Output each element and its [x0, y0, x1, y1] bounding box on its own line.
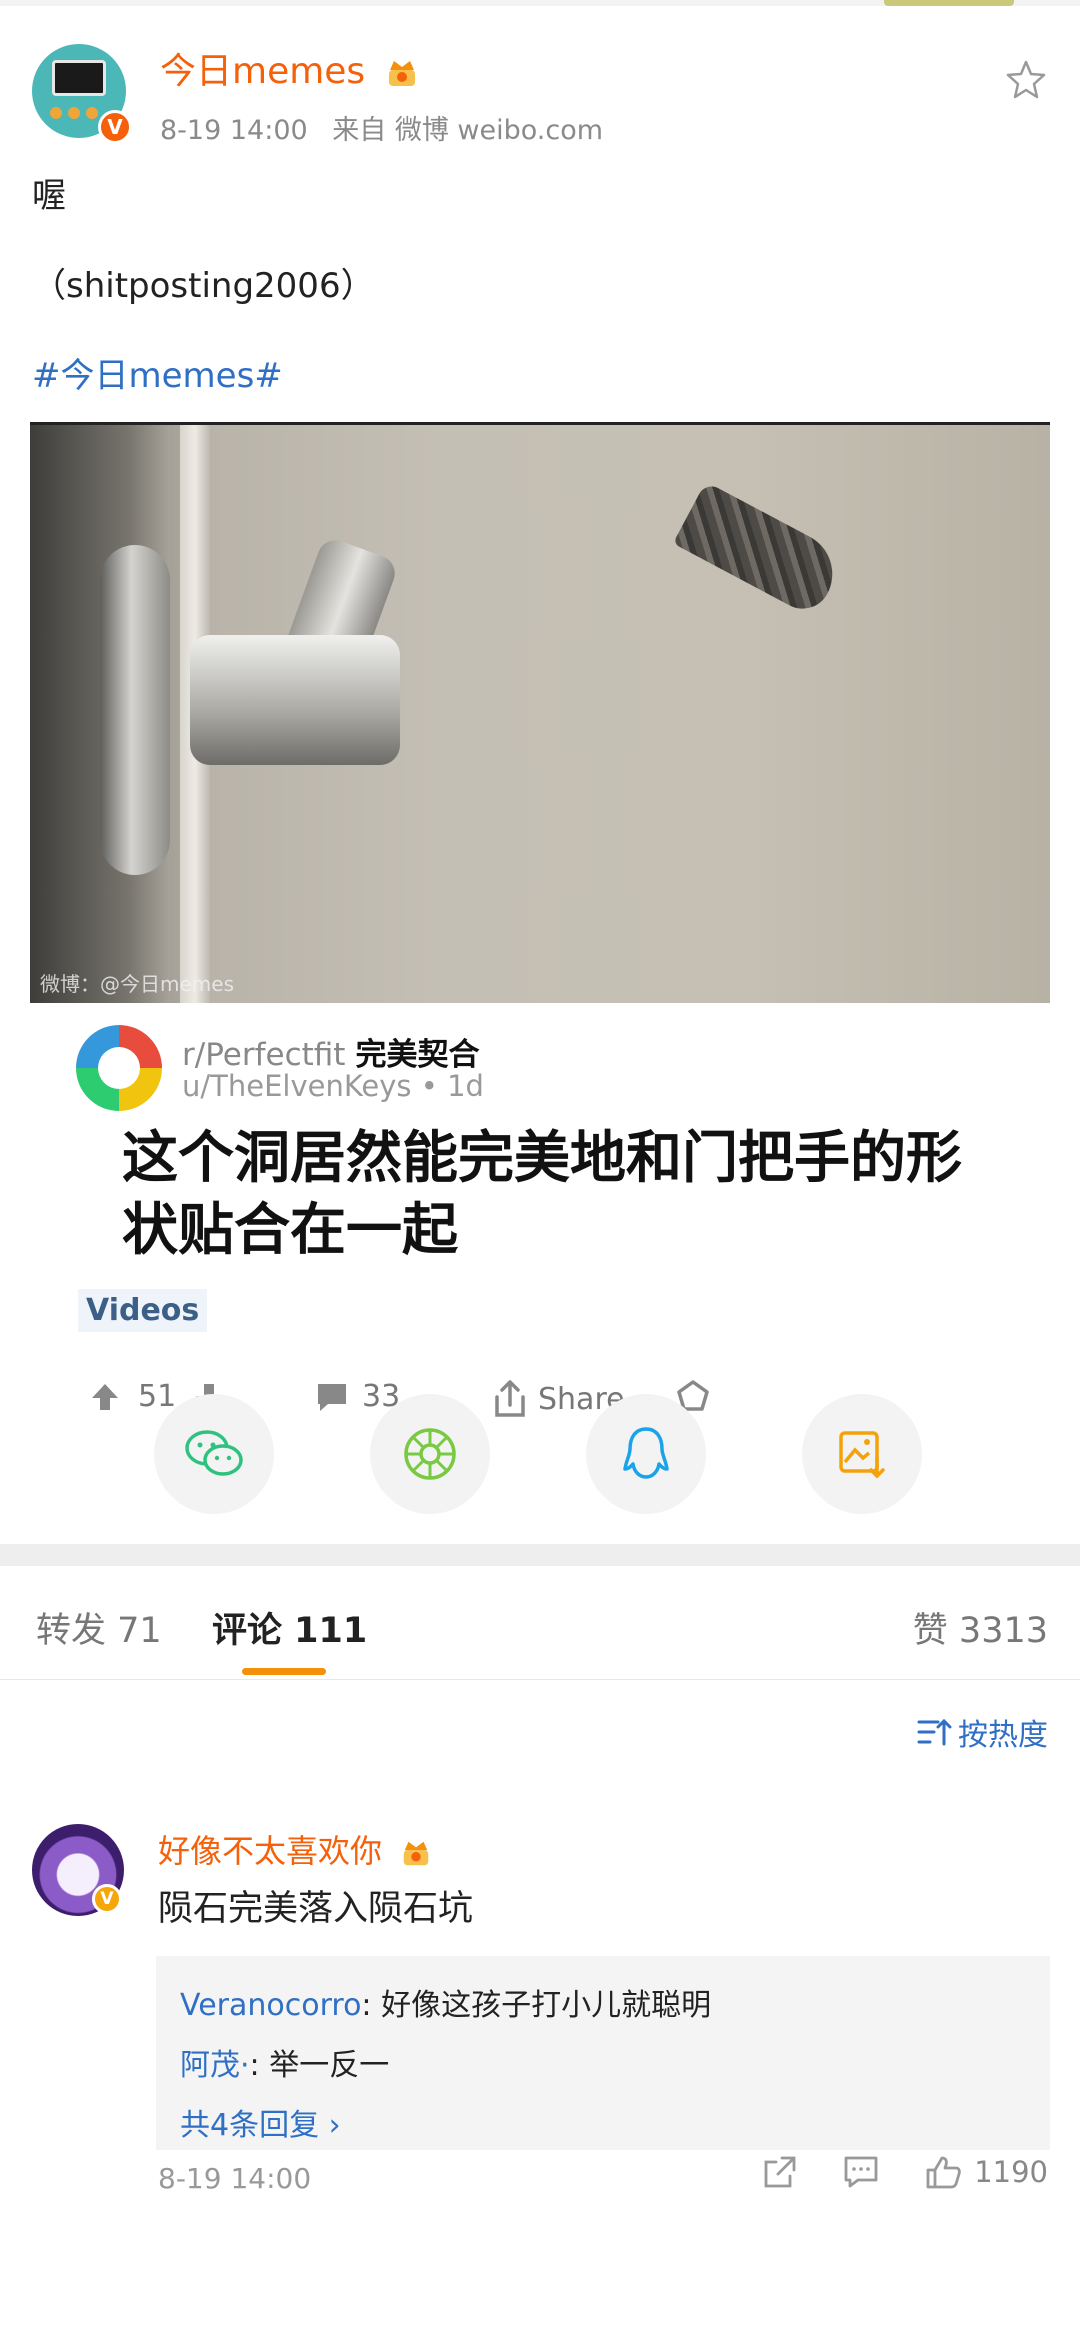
interaction-tabs: 转发 71 评论 111 赞 3313	[0, 1566, 1080, 1680]
verified-badge: V	[98, 110, 132, 144]
subreddit-cn: 完美契合	[355, 1037, 480, 1073]
media-attachment[interactable]: 微博：@今日memes r/Perfectfit 完美契合 u/TheElvenK…	[30, 422, 1050, 1417]
sort-icon	[917, 1718, 952, 1746]
post-time: 8-19 14:00	[160, 115, 308, 146]
repost-icon	[764, 2156, 796, 2188]
reply-text: : 举一反一	[249, 2048, 390, 2083]
video-frame[interactable]: 微博：@今日memes	[30, 425, 1050, 1003]
hashtag-link[interactable]: #今日memes#	[32, 356, 1048, 396]
reddit-flair: Videos	[78, 1289, 208, 1332]
commenter-name[interactable]: 好像不太喜欢你	[158, 1826, 432, 1872]
tab-repost[interactable]: 转发 71	[36, 1602, 162, 1653]
like-count: 1190	[974, 2155, 1048, 2189]
more-replies-link[interactable]: 共4条回复 ›	[180, 2096, 1026, 2156]
reddit-title: 这个洞居然能完美地和门把手的形状贴合在一起	[122, 1126, 962, 1263]
commenter-verified-badge: V	[92, 1884, 122, 1914]
reply-item: Veranocorro: 好像这孩子打小儿就聪明	[180, 1976, 1026, 2036]
sort-by-hot-button[interactable]: 按热度	[916, 1710, 1048, 1754]
reddit-user: u/TheElvenKeys • 1d	[182, 1069, 484, 1103]
wall-hole-graphic	[672, 481, 848, 619]
reddit-card: r/Perfectfit 完美契合 u/TheElvenKeys • 1d 这个洞…	[30, 1003, 1050, 1357]
share-wechat-button[interactable]	[154, 1394, 274, 1514]
reply-item: 阿茂·: 举一反一	[180, 2036, 1026, 2096]
moments-icon	[404, 1428, 456, 1480]
subreddit-logo-icon	[76, 1025, 162, 1111]
active-tab-indicator	[242, 1668, 326, 1675]
post-text-line1: 喔	[32, 176, 66, 216]
comment-repost-button[interactable]	[762, 2154, 798, 2190]
author-name[interactable]: 今日memes	[160, 50, 419, 94]
comment-icon	[844, 2156, 878, 2188]
wechat-icon	[185, 1430, 243, 1476]
sort-label: 按热度	[958, 1718, 1048, 1753]
comment-reply-button[interactable]	[842, 2154, 880, 2190]
thumbs-up-icon	[926, 2156, 961, 2189]
comment-text: 陨石完美落入陨石坑	[158, 1889, 474, 1929]
reply-box[interactable]: Veranocorro: 好像这孩子打小儿就聪明 阿茂·: 举一反一 共4条回复…	[156, 1956, 1050, 2150]
more-replies-label: 共4条回复	[180, 2108, 320, 2143]
post-text-line2: （shitposting2006）	[32, 266, 375, 306]
avatar-screen-graphic	[52, 60, 106, 96]
post-source: 来自 微博 weibo.com	[332, 115, 604, 146]
comment-time: 8-19 14:00	[158, 2162, 312, 2195]
comment-actions: 1190	[718, 2154, 1048, 2190]
share-row	[0, 1354, 1080, 1544]
comment-like-button[interactable]: 1190	[924, 2154, 1048, 2190]
post-body: 喔 （shitposting2006） #今日memes#	[0, 176, 1080, 396]
reply-text: : 好像这孩子打小儿就聪明	[361, 1988, 712, 2023]
post-header: V 今日memes 8-19 14:00 来自 微博 weibo.com	[0, 6, 1080, 146]
star-icon[interactable]	[1004, 58, 1048, 102]
subreddit-line: r/Perfectfit 完美契合	[182, 1029, 479, 1074]
commenter-name-text: 好像不太喜欢你	[158, 1832, 383, 1870]
chevron-right-icon: ›	[328, 2108, 341, 2143]
reply-author[interactable]: 阿茂·	[180, 2048, 250, 2083]
author-name-text: 今日memes	[160, 51, 366, 92]
watermark: 微博：@今日memes	[40, 972, 234, 996]
qq-icon	[623, 1427, 669, 1479]
comment-item: V 好像不太喜欢你 陨石完美落入陨石坑 Veranocorro: 好像这孩子打小…	[0, 1790, 1080, 2195]
share-qq-button[interactable]	[586, 1394, 706, 1514]
share-moments-button[interactable]	[370, 1394, 490, 1514]
section-divider	[0, 1544, 1080, 1566]
tab-comment[interactable]: 评论 111	[212, 1602, 367, 1653]
reply-author[interactable]: Veranocorro	[180, 1988, 361, 2023]
crown-icon	[388, 61, 415, 86]
knob-graphic	[190, 635, 400, 765]
post-meta: 8-19 14:00 来自 微博 weibo.com	[160, 108, 619, 147]
sort-row: 按热度	[0, 1680, 1080, 1790]
crown-icon	[403, 1841, 429, 1866]
knob-plate-graphic	[100, 545, 170, 875]
subreddit-name: r/Perfectfit	[182, 1037, 346, 1073]
save-image-button[interactable]	[802, 1394, 922, 1514]
tab-likes[interactable]: 赞 3313	[913, 1602, 1048, 1653]
save-image-icon	[839, 1431, 885, 1479]
